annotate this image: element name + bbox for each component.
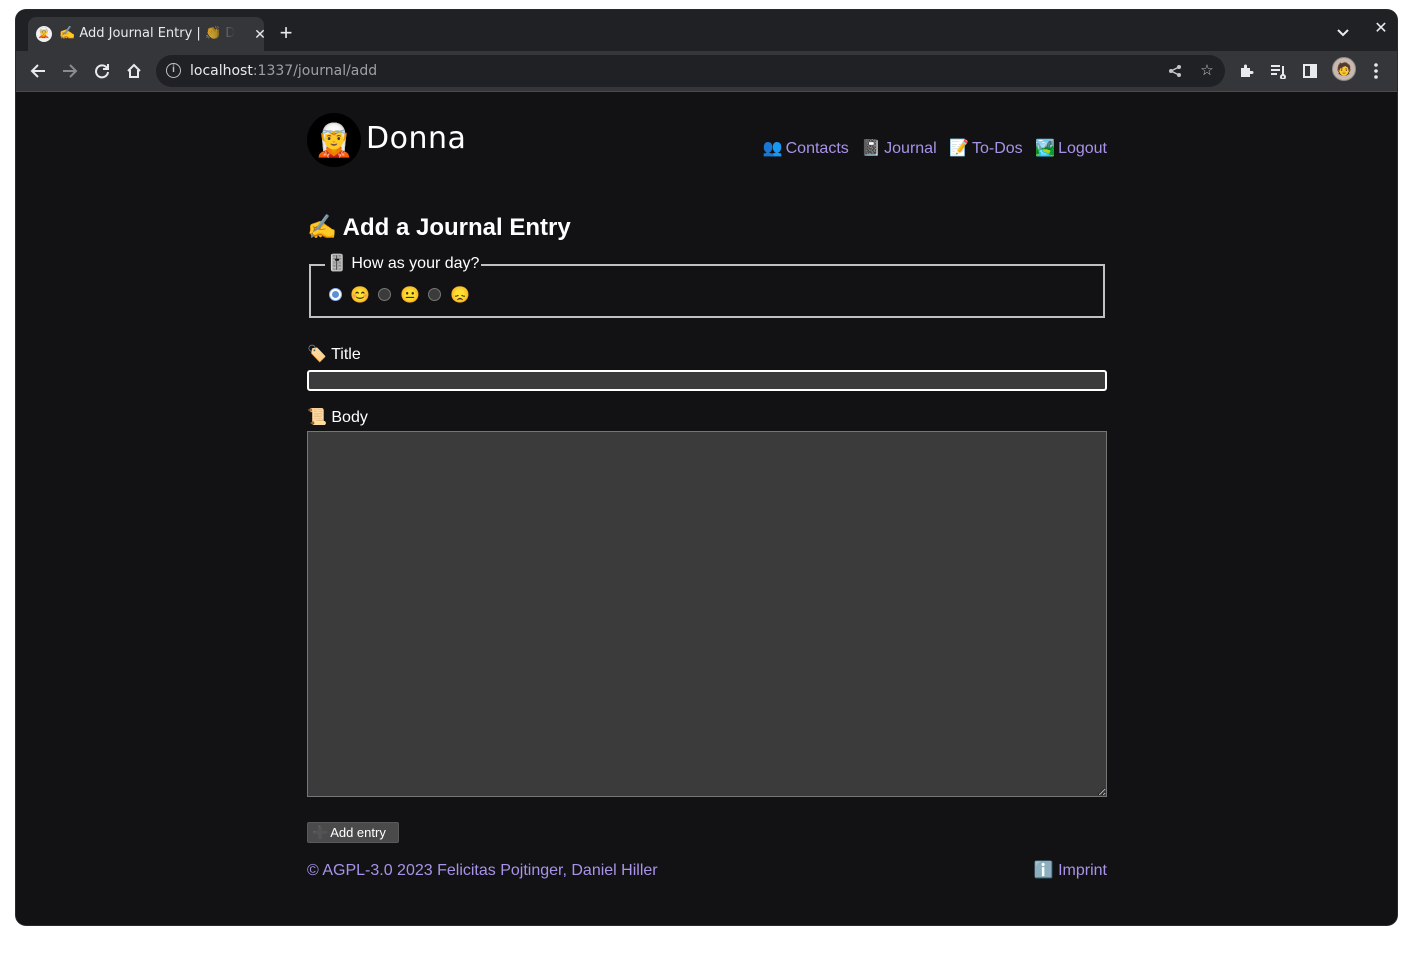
imprint-link[interactable]: ℹ️ Imprint [1034, 861, 1107, 881]
tab-favicon-icon: 🧝 [36, 26, 52, 42]
add-entry-label: Add entry [330, 825, 386, 840]
url-path: :1337/journal/add [252, 63, 378, 79]
logo-icon[interactable]: 🧝 [307, 113, 361, 167]
title-label: 🏷️ Title [307, 346, 361, 363]
bookmark-star-icon[interactable]: ☆ [1195, 59, 1219, 83]
forward-icon[interactable] [56, 57, 84, 85]
url-host: localhost [190, 63, 253, 79]
nav-logout-label: Logout [1058, 140, 1107, 157]
contacts-icon: 👥 [762, 140, 783, 157]
journal-icon: 📓 [861, 140, 882, 157]
browser-window: 🧝 ✍️ Add Journal Entry | 👏 Donna ✕ + ✕ i… [16, 10, 1397, 925]
reload-icon[interactable] [88, 57, 116, 85]
new-tab-button[interactable]: + [274, 21, 298, 45]
nav-journal[interactable]: 📓 Journal [861, 140, 936, 157]
window-close-button[interactable]: ✕ [1370, 18, 1392, 40]
title-input[interactable] [307, 370, 1107, 391]
mood-fieldset: 🎚️ How as your day? 😊 😐 😞 [309, 254, 1105, 318]
tab-title: ✍️ Add Journal Entry | 👏 Donna [59, 26, 235, 41]
profile-avatar[interactable]: 🧑 [1332, 57, 1356, 81]
mood-legend: 🎚️ How as your day? [325, 254, 482, 274]
main-container: 🧝 Donna 👥 Contacts 📓 Journal 📝 To-Dos 🏞️ Log… [307, 92, 1107, 925]
page-content: 🧝 Donna 👥 Contacts 📓 Journal 📝 To-Dos 🏞️ Log… [16, 92, 1397, 925]
reading-list-icon[interactable] [1264, 57, 1292, 85]
page-title: ✍️ Add a Journal Entry [307, 214, 571, 241]
nav-todos-label: To-Dos [972, 140, 1023, 157]
main-nav: 👥 Contacts 📓 Journal 📝 To-Dos 🏞️ Logout [755, 139, 1107, 159]
menu-kebab-icon[interactable] [1362, 57, 1390, 85]
nav-logout[interactable]: 🏞️ Logout [1035, 140, 1107, 157]
plus-icon: ➕ [312, 825, 329, 840]
neutral-face-icon: 😐 [400, 287, 420, 304]
add-entry-button[interactable]: ➕ Add entry [307, 822, 399, 843]
nav-journal-label: Journal [884, 140, 937, 157]
tab-close-icon[interactable]: ✕ [250, 24, 270, 44]
nav-contacts-label: Contacts [785, 140, 849, 157]
side-panel-icon[interactable] [1296, 57, 1324, 85]
body-label: 📜 Body [307, 409, 368, 426]
mood-radio-neutral[interactable] [378, 288, 391, 301]
tab-strip: 🧝 ✍️ Add Journal Entry | 👏 Donna ✕ + ✕ [16, 10, 1397, 51]
todos-icon: 📝 [949, 140, 969, 157]
url-text[interactable]: localhost:1337/journal/add [190, 62, 377, 80]
copyright-link[interactable]: © AGPL-3.0 2023 Felicitas Pojtinger, Dan… [307, 861, 658, 881]
mood-radio-happy[interactable] [329, 288, 342, 301]
happy-face-icon: 😊 [350, 287, 370, 304]
mood-radio-sad[interactable] [428, 288, 441, 301]
sad-face-icon: 😞 [450, 287, 470, 304]
site-info-icon[interactable]: i [166, 63, 181, 78]
logout-icon: 🏞️ [1035, 140, 1056, 157]
home-icon[interactable] [120, 57, 148, 85]
extensions-icon[interactable] [1232, 57, 1260, 85]
share-icon[interactable] [1163, 59, 1187, 83]
address-bar[interactable]: i localhost:1337/journal/add ☆ [156, 55, 1225, 87]
tab-active[interactable]: 🧝 ✍️ Add Journal Entry | 👏 Donna ✕ [28, 17, 266, 51]
site-name[interactable]: Donna [366, 120, 466, 158]
nav-todos[interactable]: 📝 To-Dos [949, 140, 1023, 157]
nav-contacts[interactable]: 👥 Contacts [763, 140, 849, 157]
body-textarea[interactable] [307, 431, 1107, 797]
back-icon[interactable] [24, 57, 52, 85]
browser-toolbar: i localhost:1337/journal/add ☆ 🧑 [16, 51, 1397, 92]
tab-search-chevron-icon[interactable] [1332, 22, 1354, 44]
